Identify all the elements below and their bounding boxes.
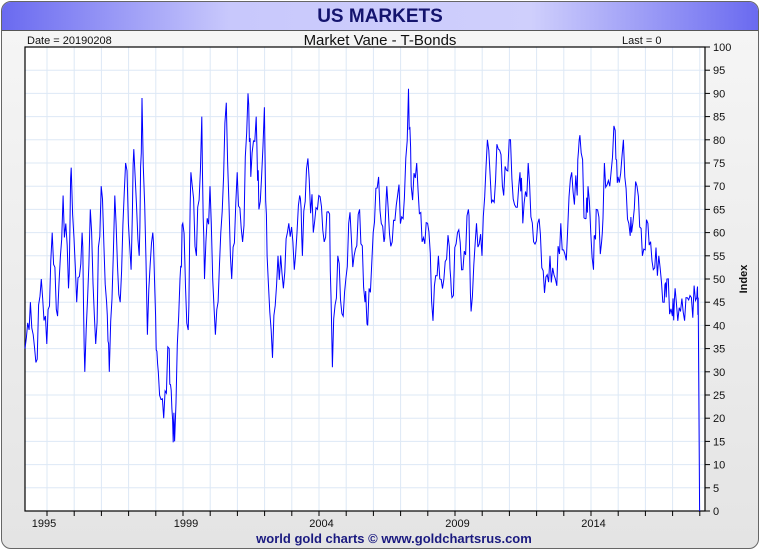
y-tick-label: 0	[713, 506, 719, 518]
y-tick-label: 50	[713, 274, 725, 286]
y-tick-label: 15	[713, 436, 725, 448]
y-axis-label: Index	[738, 264, 750, 294]
y-tick-label: 80	[713, 135, 725, 147]
x-tick-label: 2004	[309, 518, 333, 530]
y-tick-label: 55	[713, 251, 725, 263]
y-tick-label: 5	[713, 483, 719, 495]
y-tick-label: 10	[713, 460, 725, 472]
date-label: Date = 20190208	[27, 35, 112, 47]
y-tick-label: 25	[713, 390, 725, 402]
chart-title: Market Vane - T-Bonds	[304, 32, 457, 49]
last-label: Last = 0	[622, 35, 661, 47]
y-tick-label: 35	[713, 344, 725, 356]
y-axis: 0 5 10 15 20 25 30 35 40 45 50 55 60 65 70 75 80 85 90 95 10…	[705, 42, 731, 518]
x-axis: 1995 1999 2004 2009 2014	[32, 511, 701, 530]
footer-credit: world gold charts © www.goldchartsrus.co…	[255, 531, 532, 546]
chart: Date = 20190208 Market Vane - T-Bonds La…	[24, 32, 750, 546]
x-tick-label: 1999	[174, 518, 198, 530]
y-tick-label: 40	[713, 320, 725, 332]
x-tick-label: 2009	[445, 518, 469, 530]
x-tick-label: 1995	[32, 518, 56, 530]
y-tick-label: 60	[713, 228, 725, 240]
x-tick-label: 2014	[581, 518, 605, 530]
y-tick-label: 95	[713, 65, 725, 77]
y-tick-label: 90	[713, 88, 725, 100]
y-tick-label: 85	[713, 112, 725, 124]
y-tick-label: 70	[713, 181, 725, 193]
y-tick-label: 30	[713, 367, 725, 379]
y-tick-label: 20	[713, 413, 725, 425]
y-tick-label: 45	[713, 297, 725, 309]
y-tick-label: 75	[713, 158, 725, 170]
y-tick-label: 65	[713, 204, 725, 216]
grid	[25, 46, 705, 512]
y-tick-label: 100	[713, 42, 731, 54]
